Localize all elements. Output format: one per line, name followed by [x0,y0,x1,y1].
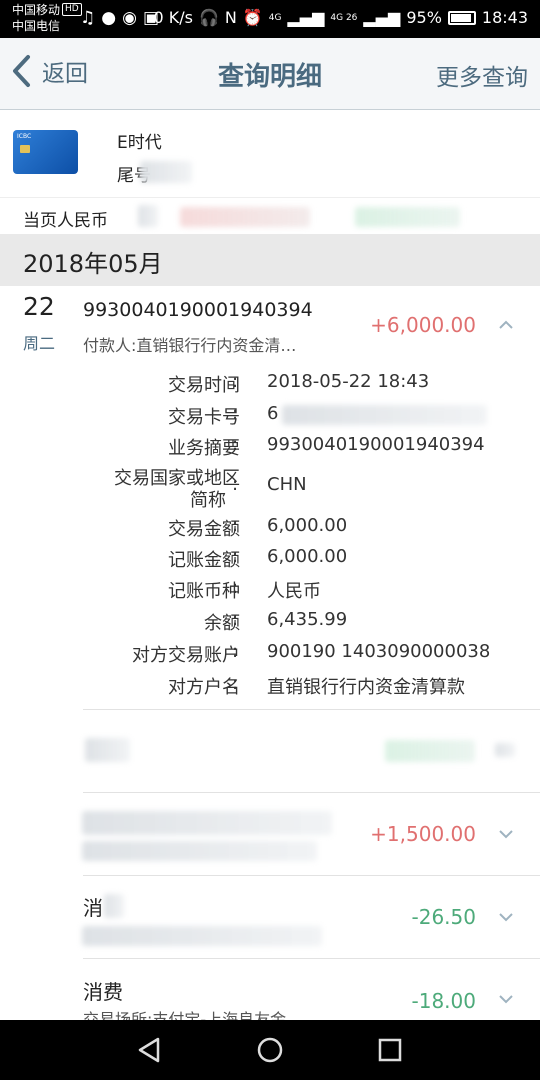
nav-home-icon[interactable] [254,1034,286,1066]
more-query-button[interactable]: 更多查询 [436,58,528,92]
transaction-row[interactable]: 消 -26.50 [0,876,540,958]
txn-title: 消费 [83,980,123,1004]
transaction-row[interactable]: 消费 交易场所:支付宝-上海良友金 -18.00 [0,959,540,1020]
redacted-summary-amount-1 [180,207,310,227]
redacted-txn-title [104,894,124,918]
card-chip-icon [20,145,30,153]
redacted-txn-sub [82,841,317,861]
card-info[interactable]: ICBC E时代 尾号 [0,111,540,195]
carrier-1: 中国移动 [12,3,61,17]
detail-value: 人民币 [267,581,321,602]
battery-percent: 95% [406,8,442,27]
carrier-2: 中国电信 [12,19,61,33]
signal-2-label: 4G 26 [330,13,358,23]
detail-label: 记账币种 [168,581,240,602]
txn-weekday: 周二 [23,334,56,353]
notification-icons: ♫ ● ◉ ▣ [80,8,159,28]
txn-amount: +6,000.00 [370,313,476,337]
redacted-txn-title [85,738,130,762]
month-header: 2018年05月 [0,234,540,286]
redacted-card-number [282,405,487,425]
detail-value: 直销银行行内资金清算款 [267,677,465,698]
redacted-txn-title [82,811,332,835]
detail-value: 6,000.00 [267,546,348,567]
net-speed: 0 K/s [153,8,193,27]
nav-recents-icon[interactable] [374,1034,406,1066]
signal-1-icon: ▂▄▆ [287,8,325,27]
txn-day: 22 [23,292,55,321]
detail-colon: : [232,403,239,424]
redacted-summary-amount-2 [355,207,460,227]
music-icon: ♫ [80,8,96,28]
battery-icon [447,11,476,25]
hd-icon: HD [62,3,82,16]
detail-colon: : [232,641,239,662]
detail-colon: : [232,371,239,392]
month-label: 2018年05月 [23,250,163,278]
signal-2-icon: ▂▄▆ [363,8,401,27]
status-right: 0 K/s 🎧 N ⏰ 4G ▂▄▆ 4G 26 ▂▄▆ 95% 18:43 [153,8,528,28]
status-bar: 中国移动 中国电信 HD ♫ ● ◉ ▣ 0 K/s 🎧 N ⏰ 4G ▂▄▆ … [0,0,540,38]
chevron-down-icon[interactable] [498,826,514,842]
txn-title: 消 [83,896,103,920]
nav-back-icon[interactable] [134,1034,166,1066]
page-summary: 当页人民币 [0,197,540,235]
detail-colon: : [232,673,239,694]
txn-id: 9930040190001940394 [83,299,313,321]
redacted-txn-sub [82,926,322,946]
txn-payer: 付款人:直销银行行内资金清… [83,336,297,355]
txn-amount: -18.00 [411,989,476,1013]
chevron-down-icon[interactable] [498,909,514,925]
system-nav-bar [0,1020,540,1080]
wechat-icon: ◉ [122,8,137,28]
detail-label: 交易卡号 [168,407,240,428]
detail-colon: : [232,609,239,630]
detail-value: 2018-05-22 18:43 [267,371,430,392]
detail-colon: : [232,515,239,536]
redacted-chevron [495,743,515,757]
detail-value: 6 [267,403,279,424]
clock: 18:43 [481,8,528,27]
detail-label: 交易金额 [168,519,240,540]
chevron-down-icon[interactable] [498,991,514,1007]
bank-card-image: ICBC [13,130,78,174]
detail-label-line2: 简称 [190,490,226,511]
card-name: E时代 [117,133,162,153]
detail-label: 对方交易账户 [132,645,240,666]
transaction-row-expanded[interactable]: 22 周二 9930040190001940394 付款人:直销银行行内资金清…… [0,286,540,360]
detail-label: 业务摘要 [168,438,240,459]
detail-label: 记账金额 [168,550,240,571]
transaction-row[interactable]: +1,500.00 [0,793,540,875]
redacted-card-number [140,161,192,183]
detail-colon: : [232,434,239,455]
summary-label: 当页人民币 [23,211,108,231]
chevron-up-icon[interactable] [498,317,514,333]
detail-colon: : [232,474,239,495]
detail-label: 交易时间 [168,375,240,396]
detail-value: 9930040190001940394 [267,434,485,455]
nav-bar: 返回 查询明细 更多查询 [0,38,540,110]
detail-label: 对方户名 [168,677,240,698]
redacted-summary [138,205,158,227]
carrier-info: 中国移动 中国电信 [12,2,60,34]
txn-sub: 交易场所:支付宝-上海良友金 [83,1010,287,1020]
txn-amount: +1,500.00 [370,822,476,846]
nfc-icon: N [224,8,237,27]
detail-value: 6,435.99 [267,609,348,630]
txn-amount: -26.50 [411,905,476,929]
message-icon: ● [101,8,117,28]
detail-value: CHN [267,474,307,495]
detail-value: 6,000.00 [267,515,348,536]
transaction-row[interactable] [0,710,540,792]
detail-value: 900190 1403090000038 [267,641,491,662]
detail-colon: : [232,546,239,567]
bank-logo-icon: ICBC [17,133,32,140]
alarm-icon: ⏰ [242,8,263,27]
signal-1-label: 4G [268,13,282,23]
redacted-txn-amount [385,740,475,762]
headset-icon: 🎧 [198,8,219,27]
detail-colon: : [232,577,239,598]
